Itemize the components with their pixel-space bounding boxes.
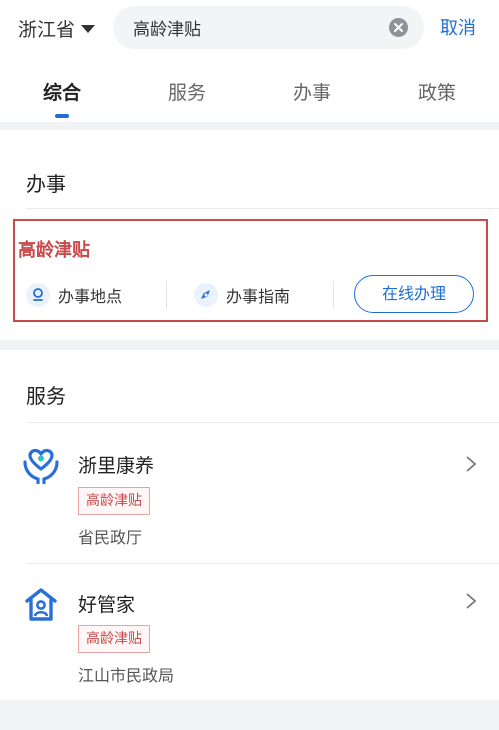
- heart-hands-icon: [22, 446, 60, 485]
- search-input[interactable]: [133, 6, 383, 49]
- service-name: 浙里康养: [78, 455, 155, 477]
- online-apply-button[interactable]: 在线办理: [354, 275, 474, 313]
- guide-action[interactable]: 办事指南: [194, 283, 290, 307]
- province-label: 浙江省: [18, 18, 76, 41]
- tab-services[interactable]: 服务: [147, 78, 227, 105]
- service-tag: 高龄津贴: [78, 625, 150, 653]
- affairs-section-title: 办事: [26, 172, 66, 196]
- affairs-divider: [26, 208, 499, 209]
- service-item[interactable]: [0, 564, 499, 700]
- chevron-right-icon: [465, 455, 477, 473]
- action-separator: [166, 281, 167, 309]
- service-item[interactable]: [0, 423, 499, 563]
- tab-comprehensive[interactable]: 综合: [22, 78, 102, 105]
- house-person-icon: [22, 586, 60, 624]
- service-org: 省民政厅: [78, 528, 143, 547]
- province-selector[interactable]: 浙江省: [18, 14, 96, 42]
- guide-label: 办事指南: [226, 287, 291, 306]
- location-action[interactable]: 办事地点: [26, 283, 122, 307]
- service-org: 江山市民政局: [78, 666, 175, 685]
- chevron-right-icon: [465, 592, 477, 610]
- cancel-button[interactable]: 取消: [440, 14, 476, 40]
- affairs-item-title[interactable]: 高龄津贴: [18, 236, 90, 262]
- services-section-title: 服务: [26, 384, 66, 408]
- service-tag: 高龄津贴: [78, 487, 150, 515]
- action-separator: [333, 281, 334, 309]
- caret-down-icon: [81, 25, 96, 33]
- top-bar: 浙江省 取消: [0, 0, 499, 56]
- clear-search-icon[interactable]: [389, 18, 408, 37]
- tab-affairs[interactable]: 办事: [272, 78, 352, 105]
- active-tab-indicator: [55, 114, 69, 118]
- tab-bar: 综合 服务 办事 政策: [0, 56, 499, 122]
- compass-icon: [194, 283, 218, 307]
- location-pin-icon: [26, 283, 50, 307]
- search-box: [113, 6, 424, 49]
- service-name: 好管家: [78, 594, 136, 616]
- location-label: 办事地点: [58, 287, 123, 306]
- tab-policy[interactable]: 政策: [397, 78, 477, 105]
